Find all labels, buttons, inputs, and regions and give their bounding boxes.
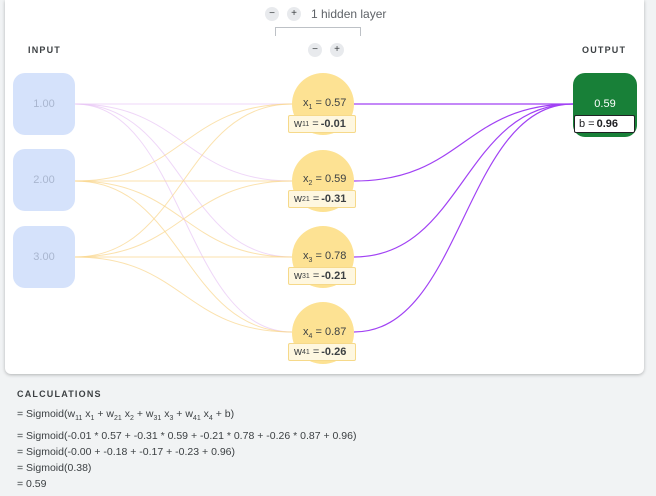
wire-input-3-hidden-2 — [74, 180, 293, 258]
calculation-formula: = Sigmoid(w11 x1 + w21 x2 + w31 x3 + w41… — [17, 408, 235, 423]
weight-box-4[interactable]: w 41 = -0.26 — [288, 343, 356, 361]
calculations-title: CALCULATIONS — [17, 389, 102, 399]
weight-box-3[interactable]: w 31 = -0.21 — [288, 267, 356, 285]
calculation-line-2: = Sigmoid(-0.00 + -0.18 + -0.17 + -0.23 … — [17, 446, 236, 458]
wire-input-1-hidden-4 — [74, 103, 293, 333]
hidden-value-3: x3 = 0.78 — [303, 250, 347, 265]
hidden-value-2: x2 = 0.59 — [303, 173, 347, 188]
calculation-line-3: = Sigmoid(0.38) — [17, 462, 92, 474]
wire-input-3-hidden-4 — [74, 256, 293, 333]
weight-box-2[interactable]: w 21 = -0.31 — [288, 190, 356, 208]
hidden-value-1: x1 = 0.57 — [303, 97, 347, 112]
calculation-line-4: = 0.59 — [17, 478, 47, 490]
bias-box[interactable]: b = 0.96 — [574, 115, 635, 133]
wire-hidden-2-output — [353, 103, 574, 182]
calculation-line-1: = Sigmoid(-0.01 * 0.57 + -0.31 * 0.59 + … — [17, 430, 357, 442]
wire-hidden-4-output — [353, 103, 574, 333]
wire-hidden-3-output — [353, 103, 574, 258]
hidden-value-4: x4 = 0.87 — [303, 326, 347, 341]
weight-box-1[interactable]: w 11 = -0.01 — [288, 115, 356, 133]
input-node-2[interactable]: 2.00 — [13, 149, 75, 211]
output-value: 0.59 — [594, 98, 616, 110]
wire-input-2-hidden-1 — [74, 103, 293, 182]
input-node-1[interactable]: 1.00 — [13, 73, 75, 135]
input-node-3[interactable]: 3.00 — [13, 226, 75, 288]
